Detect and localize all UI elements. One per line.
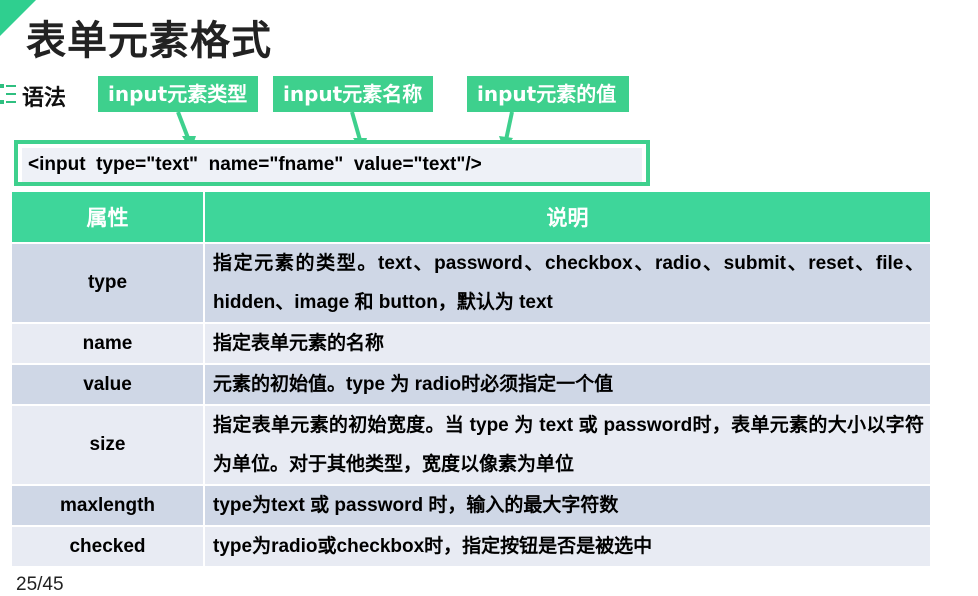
attributes-table: 属性 说明 type 指定元素的类型。text、password、checkbo… [12, 192, 930, 566]
table-header-row: 属性 说明 [12, 192, 930, 243]
arrow-value [504, 111, 514, 141]
code-example-box: <input type="text" name="fname" value="t… [14, 140, 650, 186]
table-row: name 指定表单元素的名称 [12, 322, 930, 364]
annotation-name: input元素名称 [273, 76, 433, 112]
attribute-name: name [12, 322, 205, 364]
page-title: 表单元素格式 [26, 18, 272, 64]
attribute-name: maxlength [12, 484, 205, 526]
header-attribute: 属性 [12, 192, 205, 243]
attribute-description: 指定表单元素的名称 [204, 322, 930, 364]
table-row: maxlength type为text 或 password 时，输入的最大字符… [12, 484, 930, 526]
syntax-label: 语法 [22, 86, 67, 111]
attribute-name: value [12, 363, 205, 405]
attribute-description: type为text 或 password 时，输入的最大字符数 [204, 484, 930, 526]
annotation-type: input元素类型 [98, 76, 258, 112]
page-number: 25/45 [16, 574, 64, 595]
attribute-name: checked [12, 525, 205, 566]
arrow-name [350, 111, 362, 141]
header-description: 说明 [204, 192, 930, 243]
attribute-name: size [12, 404, 205, 485]
annotation-value: input元素的值 [467, 76, 629, 112]
attribute-name: type [12, 242, 205, 323]
table-row: type 指定元素的类型。text、password、checkbox、radi… [12, 242, 930, 323]
table-row: checked type为radio或checkbox时，指定按钮是否是被选中 [12, 525, 930, 566]
list-bullet-icon [0, 84, 16, 104]
code-example: <input type="text" name="fname" value="t… [22, 148, 642, 182]
attribute-description: type为radio或checkbox时，指定按钮是否是被选中 [204, 525, 930, 566]
attribute-description: 指定表单元素的初始宽度。当 type 为 text 或 password时，表单… [204, 404, 930, 485]
arrow-type [176, 111, 190, 139]
table-row: size 指定表单元素的初始宽度。当 type 为 text 或 passwor… [12, 404, 930, 485]
attribute-description: 元素的初始值。type 为 radio时必须指定一个值 [204, 363, 930, 405]
table-row: value 元素的初始值。type 为 radio时必须指定一个值 [12, 363, 930, 405]
attribute-description: 指定元素的类型。text、password、checkbox、radio、sub… [204, 242, 930, 323]
